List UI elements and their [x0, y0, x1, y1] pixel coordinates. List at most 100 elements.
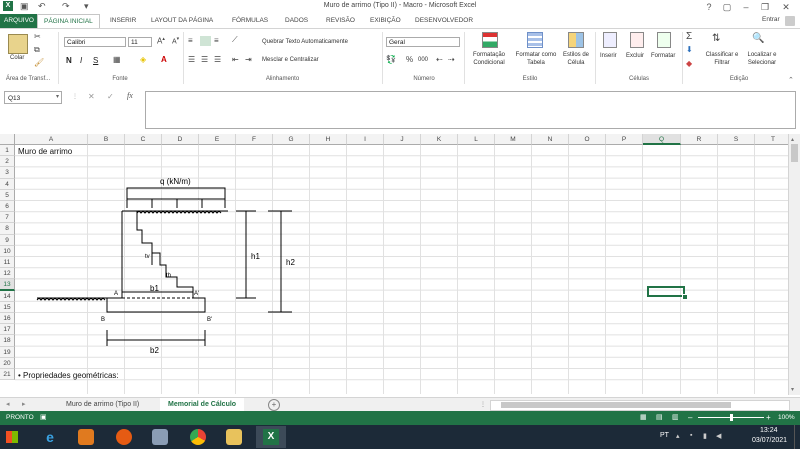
next-sheet-icon[interactable]: ▸: [22, 400, 26, 408]
retaining-wall-drawing[interactable]: q (kN/m) tv th b1 b2 h1 h2 A A' B B': [0, 134, 788, 394]
find-select-icon[interactable]: 🔍: [752, 33, 764, 44]
delete-button[interactable]: Excluir: [626, 53, 644, 59]
cell-styles-icon[interactable]: [568, 32, 584, 48]
paste-icon[interactable]: [8, 34, 28, 54]
tab-review[interactable]: REVISÃO: [320, 14, 361, 28]
file-explorer-icon[interactable]: [226, 429, 242, 445]
cell-styles-button[interactable]: Estilos de Célula: [561, 51, 591, 67]
tab-view[interactable]: EXIBIÇÃO: [364, 14, 407, 28]
indent-icon[interactable]: ⇤: [232, 55, 239, 64]
delete-cells-icon[interactable]: [630, 32, 644, 48]
insert-function-button[interactable]: fx: [127, 91, 133, 100]
thousands-button[interactable]: 000: [418, 57, 428, 63]
align-right-icon[interactable]: ☰: [214, 55, 221, 64]
computer-icon[interactable]: [152, 429, 168, 445]
language-indicator[interactable]: PT: [660, 432, 669, 439]
horizontal-scrollbar[interactable]: [490, 400, 790, 411]
align-top-icon[interactable]: ≡: [188, 36, 193, 45]
start-button-icon[interactable]: [6, 431, 18, 443]
tab-data[interactable]: DADOS: [279, 14, 314, 28]
format-cells-icon[interactable]: [657, 32, 671, 48]
conditional-formatting-button[interactable]: Formatação Condicional: [468, 51, 510, 67]
vertical-scrollbar[interactable]: ▴ ▾: [788, 134, 800, 395]
tab-page-layout[interactable]: LAYOUT DA PÁGINA: [145, 14, 219, 28]
prev-sheet-icon[interactable]: ◂: [6, 400, 10, 408]
cancel-icon[interactable]: ✕: [88, 92, 95, 101]
format-painter-icon[interactable]: 🖌: [34, 58, 44, 67]
format-as-table-button[interactable]: Formatar como Tabela: [512, 51, 560, 67]
font-color-icon[interactable]: A: [161, 55, 167, 64]
paste-button[interactable]: Colar: [10, 55, 24, 61]
italic-button[interactable]: I: [80, 56, 82, 65]
scroll-up-icon[interactable]: ▴: [791, 136, 794, 143]
increase-decimal-icon[interactable]: ⇠: [436, 55, 443, 64]
media-player-icon[interactable]: [78, 429, 94, 445]
currency-icon[interactable]: 💱: [386, 55, 396, 64]
clear-icon[interactable]: ◆: [686, 59, 692, 68]
wrap-text-button[interactable]: Quebrar Texto Automaticamente: [262, 39, 348, 45]
sort-filter-icon[interactable]: ⇅: [712, 33, 720, 44]
horizontal-scroll-thumb[interactable]: [501, 402, 731, 408]
conditional-formatting-icon[interactable]: [482, 32, 498, 48]
volume-icon[interactable]: ◀: [716, 432, 721, 440]
find-select-button[interactable]: Localizar e Selecionar: [740, 51, 784, 67]
collapse-ribbon-icon[interactable]: ⌃: [788, 76, 794, 84]
decrease-decimal-icon[interactable]: ⇢: [448, 55, 455, 64]
align-middle-icon[interactable]: [200, 36, 211, 46]
align-center-icon[interactable]: ☰: [201, 55, 208, 64]
zoom-out-icon[interactable]: –: [688, 413, 692, 422]
formula-input[interactable]: [145, 91, 796, 129]
name-box[interactable]: Q13: [4, 91, 62, 104]
page-layout-view-icon[interactable]: ▤: [656, 413, 663, 421]
chrome-icon[interactable]: [190, 429, 206, 445]
tab-developer[interactable]: DESENVOLVEDOR: [409, 14, 479, 28]
tab-formulas[interactable]: FÓRMULAS: [226, 14, 274, 28]
restore-icon[interactable]: ❐: [754, 0, 776, 14]
network-icon[interactable]: ▮: [703, 432, 707, 440]
align-bottom-icon[interactable]: ≡: [214, 36, 219, 45]
tray-app-icon[interactable]: ▪: [690, 432, 692, 439]
cut-icon[interactable]: ✂: [34, 32, 41, 41]
internet-explorer-icon[interactable]: e: [42, 429, 58, 445]
outdent-icon[interactable]: ⇥: [245, 55, 252, 64]
new-sheet-icon[interactable]: +: [268, 399, 280, 411]
font-size-combo[interactable]: 11: [128, 37, 152, 47]
clock-time[interactable]: 13:24: [760, 427, 778, 434]
tab-split-handle[interactable]: ⋮: [480, 401, 486, 408]
sign-in-link[interactable]: Entrar: [762, 16, 780, 23]
insert-button[interactable]: Inserir: [600, 53, 617, 59]
bold-button[interactable]: N: [66, 56, 72, 65]
tab-insert[interactable]: INSERIR: [104, 14, 142, 28]
sort-filter-button[interactable]: Classificar e Filtrar: [703, 51, 741, 67]
align-left-icon[interactable]: ☰: [188, 55, 195, 64]
normal-view-icon[interactable]: ▦: [640, 413, 647, 421]
enter-icon[interactable]: ✓: [107, 92, 114, 101]
shrink-font-icon[interactable]: A▾: [172, 36, 179, 45]
scroll-down-icon[interactable]: ▾: [791, 386, 794, 393]
tab-file[interactable]: ARQUIVO: [0, 14, 38, 28]
sheet-tab-muro-de-arrimo[interactable]: Muro de arrimo (Tipo II): [58, 398, 147, 411]
clock-date[interactable]: 03/07/2021: [752, 437, 787, 444]
orientation-icon[interactable]: ⟋: [232, 35, 238, 45]
grow-font-icon[interactable]: A▴: [157, 36, 165, 46]
name-box-dropdown-icon[interactable]: ▾: [56, 93, 59, 100]
percent-button[interactable]: %: [406, 55, 413, 64]
show-desktop-button[interactable]: [794, 425, 800, 449]
zoom-slider-thumb[interactable]: [730, 414, 733, 421]
tab-home[interactable]: PÁGINA INICIAL: [37, 14, 100, 29]
copy-icon[interactable]: ⧉: [34, 45, 40, 55]
borders-icon[interactable]: ▦: [113, 55, 121, 64]
underline-button[interactable]: S: [93, 56, 98, 65]
fill-icon[interactable]: ⬇: [686, 45, 693, 54]
font-name-combo[interactable]: Calibri: [64, 37, 126, 47]
page-break-view-icon[interactable]: ▥: [672, 413, 679, 421]
number-format-combo[interactable]: Geral: [386, 37, 460, 47]
zoom-level[interactable]: 100%: [778, 414, 795, 421]
macro-record-icon[interactable]: ▣: [40, 413, 47, 421]
merge-center-button[interactable]: Mesclar e Centralizar: [262, 57, 319, 63]
worksheet-grid[interactable]: A B C D E F G H I J K L M N O P Q R S T 1 2 3 4 5 6 7 8 9 10 11 12 13 14 1…: [0, 134, 788, 394]
format-as-table-icon[interactable]: [527, 32, 543, 48]
format-button[interactable]: Formatar: [651, 53, 675, 59]
close-icon[interactable]: ✕: [775, 0, 797, 14]
user-avatar[interactable]: [785, 16, 795, 26]
